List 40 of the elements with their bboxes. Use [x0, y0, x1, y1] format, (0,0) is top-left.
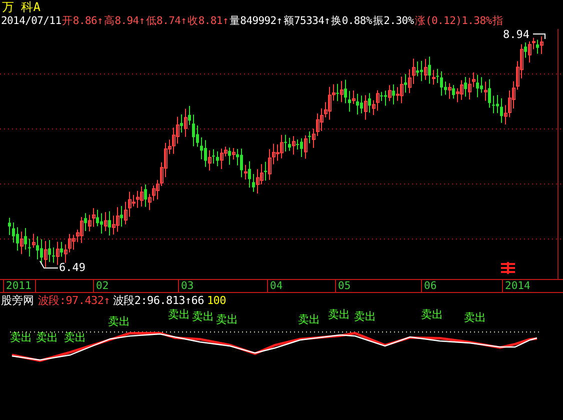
sell-signal-label: 卖出 [464, 310, 486, 324]
axis-label: 2011 [6, 280, 32, 293]
quote-value: 换0.88% [331, 14, 372, 28]
sell-signal-label: 卖出 [10, 330, 32, 344]
indicator-value: 波段2:96.813↑66 [112, 292, 204, 308]
quote-value: 量849992↑ [229, 14, 282, 28]
leader-line [40, 260, 58, 268]
quote-value: 2014/07/11 [1, 14, 62, 28]
axis-label: 02 [96, 280, 109, 293]
quote-value: 振2.30% [372, 14, 414, 28]
sell-signal-label: 卖出 [298, 312, 320, 326]
sell-signal-label: 卖出 [328, 308, 350, 321]
sell-signal-label: 卖出 [64, 330, 86, 344]
quote-value: 额75334↑ [283, 14, 330, 28]
axis-label: 05 [338, 280, 351, 293]
indicator-name: 股旁网 [1, 292, 34, 308]
quote-value: 低8.74↑ [146, 14, 187, 28]
quote-value: 高8.94↑ [104, 14, 145, 28]
sell-signal-label: 卖出 [192, 310, 214, 323]
sell-signal-label: 卖出 [36, 330, 58, 344]
quote-value: 收8.81↑ [188, 14, 228, 28]
quote-value: 开8.86↑ [62, 14, 104, 28]
stock-name: 万 科A [2, 0, 40, 14]
indicator-value: 波段:97.432↑ [38, 292, 110, 308]
sell-signal-label: 卖出 [168, 308, 190, 321]
axis-label: 03 [181, 280, 194, 293]
axis-label: 06 [424, 280, 437, 293]
leader-line [532, 33, 546, 40]
sell-signal-label: 卖出 [421, 308, 443, 321]
quote-value: 涨(0.12)1.38% [414, 14, 492, 28]
sell-signal-label: 卖出 [108, 314, 130, 328]
indicator-value: 100 [206, 294, 226, 307]
axis-label: 2014 [505, 280, 530, 293]
price-label: 6.49 [59, 262, 86, 274]
sell-signal-label: 卖出 [216, 312, 238, 326]
quote-value: 指 [492, 14, 504, 28]
sell-signal-label: 卖出 [354, 310, 376, 323]
price-label: 8.94 [503, 28, 530, 41]
axis-label: 04 [270, 280, 283, 293]
marker-icon [500, 262, 516, 274]
